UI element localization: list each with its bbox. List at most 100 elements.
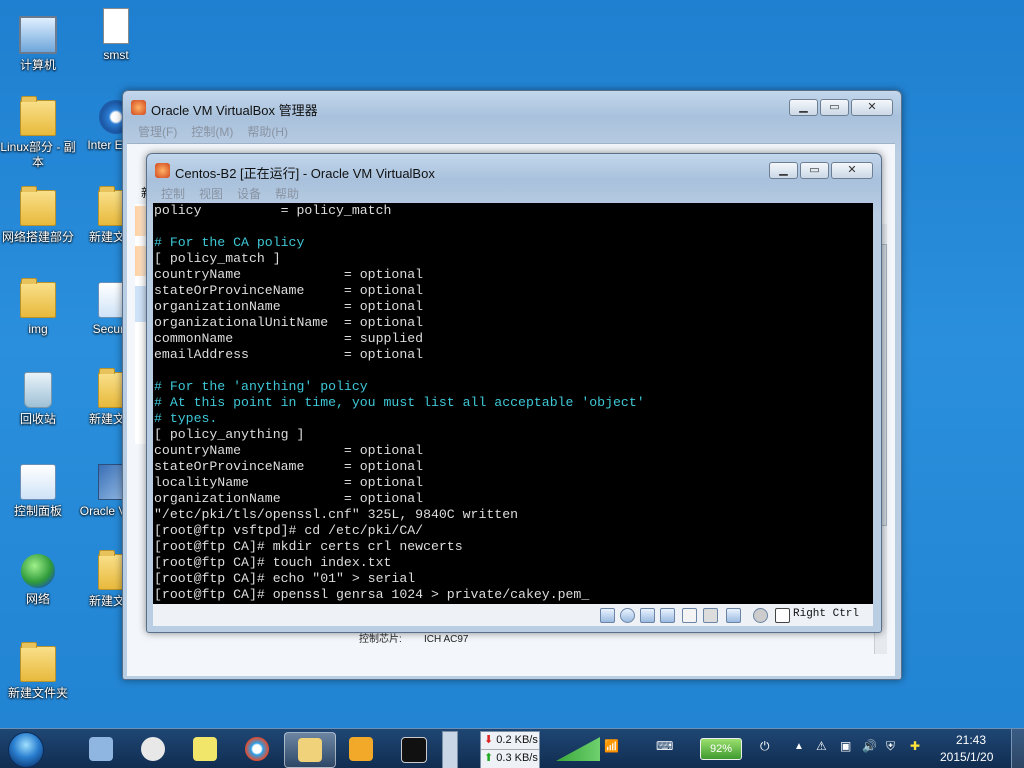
clock-time[interactable]: 21:43 (956, 733, 986, 747)
menu-help[interactable]: 帮助(H) (247, 123, 288, 140)
console-line: stateOrProvinceName = optional (154, 459, 424, 474)
desktop-icon-label: 计算机 (19, 58, 56, 72)
taskbar-item-app-4[interactable] (232, 732, 282, 766)
menu-control[interactable]: 控制(M) (191, 123, 233, 140)
desktop-icon-new-folder[interactable]: 新建文件夹 (0, 642, 76, 701)
virtualbox-icon (155, 163, 170, 178)
shared-folder-icon[interactable] (682, 608, 697, 623)
signal-strength-icon[interactable] (556, 737, 600, 761)
console-line: [root@ftp vsftpd]# cd /etc/pki/CA/ (154, 523, 424, 538)
desktop-icon-label: 控制面板 (13, 504, 62, 518)
minimize-button[interactable]: ▁ (769, 162, 798, 179)
desktop-icon-label: Linux部分 - 副本 (0, 140, 76, 169)
console-line: # For the 'anything' policy (154, 379, 368, 394)
taskbar-item-remote-desktop[interactable] (76, 732, 126, 766)
menu-help[interactable]: 帮助 (275, 185, 299, 202)
console-line: # types. (154, 411, 218, 426)
desktop-icon-network-folder[interactable]: 网络搭建部分 (0, 186, 76, 245)
close-button[interactable]: ✕ (851, 99, 893, 116)
window-title: Centos-B2 [正在运行] - Oracle VM VirtualBox (175, 166, 435, 181)
menu-devices[interactable]: 设备 (237, 185, 261, 202)
mouse-integration-icon[interactable] (753, 608, 768, 623)
taskbar-item-app-2[interactable] (128, 732, 178, 766)
folder-icon (20, 278, 56, 318)
console-line: # At this point in time, you must list a… (154, 395, 645, 410)
desktop-icon-label: img (28, 322, 48, 336)
start-button[interactable] (8, 732, 44, 768)
taskbar-item-virtualbox[interactable] (336, 732, 386, 766)
tray-icon-3[interactable]: ✚ (910, 739, 920, 753)
video-capture-icon[interactable] (726, 608, 741, 623)
folder-icon (20, 186, 56, 226)
folder-icon (20, 96, 56, 136)
desktop-icon-label: 回收站 (19, 412, 56, 426)
folder-icon (20, 642, 56, 682)
wireless-icon[interactable]: 📶 (604, 739, 619, 753)
security-icon[interactable]: ⛨ (886, 739, 895, 754)
volume-icon[interactable]: 🔊 (862, 739, 877, 753)
console-line: organizationName = optional (154, 299, 424, 314)
desktop-icon-computer[interactable]: 计算机 (0, 10, 76, 73)
vm-status-bar: Right Ctrl (153, 604, 873, 626)
desktop-icon-recycle-bin[interactable]: 回收站 (0, 372, 76, 427)
host-key-label: Right Ctrl (793, 608, 860, 620)
desktop-icon-label: 网络 (25, 592, 50, 606)
power-plug-icon[interactable]: ⏻ (760, 739, 770, 754)
hard-disk-icon[interactable] (600, 608, 615, 623)
show-hidden-icons-icon[interactable]: ▲ (794, 741, 804, 752)
shortcut-icon (103, 8, 129, 44)
desktop-icon-label: 网络搭建部分 (1, 230, 74, 244)
tray-icon-2[interactable]: ▣ (840, 739, 851, 753)
show-desktop-button[interactable] (1011, 729, 1024, 768)
console-line: emailAddress = optional (154, 347, 424, 362)
computer-icon (19, 16, 57, 54)
battery-widget[interactable]: 92% (700, 738, 742, 760)
console-line: policy = policy_match (154, 203, 392, 218)
menu-manage[interactable]: 管理(F) (138, 123, 177, 140)
maximize-button[interactable]: ▭ (820, 99, 849, 116)
keyboard-capture-icon[interactable] (775, 608, 790, 623)
clock-date[interactable]: 2015/1/20 (940, 750, 993, 764)
maximize-button[interactable]: ▭ (800, 162, 829, 179)
minimize-button[interactable]: ▁ (789, 99, 818, 116)
network-adapter-icon[interactable] (660, 608, 675, 623)
console-line: # For the CA policy (154, 235, 305, 250)
console-line: "/etc/pki/tls/openssl.cnf" 325L, 9840C w… (154, 507, 519, 522)
console-line: organizationName = optional (154, 491, 424, 506)
console-line: [root@ftp CA]# touch index.txt (154, 555, 392, 570)
vm-console[interactable]: policy = policy_match # For the CA policy… (153, 203, 873, 604)
display-icon[interactable] (703, 608, 718, 623)
menu-view[interactable]: 视图 (199, 185, 223, 202)
desktop-icon-linux-folder[interactable]: Linux部分 - 副本 (0, 96, 76, 170)
network-speed-widget: ⬇ 0.2 KB/s ⬆ 0.3 KB/s (480, 731, 540, 768)
close-button[interactable]: ✕ (831, 162, 873, 179)
optical-drive-icon[interactable] (620, 608, 635, 623)
console-line: commonName = supplied (154, 331, 424, 346)
desktop-icon-img[interactable]: img (0, 278, 76, 337)
keyboard-icon[interactable]: ⌨ (656, 739, 673, 753)
console-line: [root@ftp CA]# openssl genrsa 1024 > pri… (154, 587, 590, 602)
taskbar: ⬇ 0.2 KB/s ⬆ 0.3 KB/s 📶 ⌨ 92% ⏻ ▲ ⚠ ▣ 🔊 … (0, 728, 1024, 768)
console-line: [root@ftp CA]# mkdir certs crl newcerts (154, 539, 463, 554)
desktop-icon-control-panel[interactable]: 控制面板 (0, 464, 76, 519)
taskbar-item-app-7[interactable] (388, 732, 438, 766)
taskbar-scroll[interactable] (442, 731, 458, 768)
menu-control[interactable]: 控制 (161, 185, 185, 202)
desktop-icon-label: smst (103, 48, 129, 62)
desktop-icon-smst[interactable]: smst (78, 8, 154, 63)
desktop-icon-network[interactable]: 网络 (0, 554, 76, 607)
console-line: [ policy_match ] (154, 251, 281, 266)
taskbar-item-sticky-notes[interactable] (180, 732, 230, 766)
virtualbox-icon (131, 100, 146, 115)
console-line: localityName = optional (154, 475, 424, 490)
recycle-bin-icon (24, 372, 52, 408)
console-line: [root@ftp CA]# echo "01" > serial (154, 571, 416, 586)
tray-icon-1[interactable]: ⚠ (816, 739, 827, 753)
network-icon (21, 554, 55, 588)
window-title: Oracle VM VirtualBox 管理器 (151, 103, 318, 118)
usb-icon[interactable] (640, 608, 655, 623)
console-line: countryName = optional (154, 267, 424, 282)
taskbar-item-explorer[interactable] (284, 732, 336, 768)
